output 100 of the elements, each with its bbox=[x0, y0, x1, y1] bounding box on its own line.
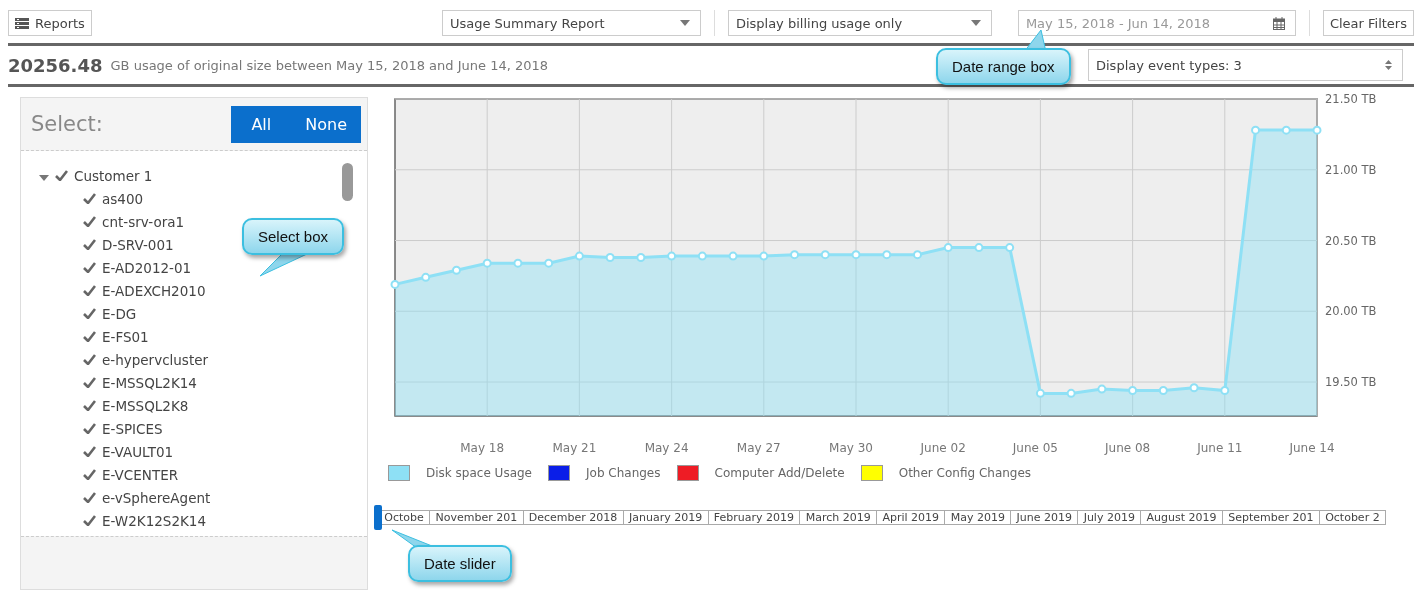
tree-item[interactable]: E-MSSQL2K8 bbox=[102, 397, 189, 414]
data-point bbox=[421, 272, 431, 282]
x-axis-label: June 08 bbox=[1105, 441, 1151, 455]
data-point bbox=[912, 250, 922, 260]
tree-item[interactable]: D-SRV-001 bbox=[102, 236, 174, 253]
month-label: February 2019 bbox=[708, 511, 801, 524]
clear-filters-button[interactable]: Clear Filters bbox=[1322, 10, 1414, 36]
data-point bbox=[820, 250, 830, 260]
x-axis-label: June 05 bbox=[1012, 441, 1058, 455]
data-point bbox=[605, 253, 615, 262]
check-icon bbox=[83, 215, 96, 227]
data-point bbox=[882, 250, 892, 260]
reports-button[interactable]: Reports bbox=[8, 10, 92, 36]
month-label: October 2 bbox=[1324, 511, 1381, 524]
usage-dropdown[interactable]: Display billing usage only bbox=[727, 10, 992, 36]
month-label: July 2019 bbox=[1078, 511, 1142, 524]
data-point bbox=[1158, 386, 1168, 396]
month-label: June 2019 bbox=[1011, 511, 1079, 524]
tree-item[interactable]: E-FS01 bbox=[102, 328, 149, 345]
tree-item[interactable]: E-ADEXCH2010 bbox=[102, 282, 206, 299]
legend-label: Disk space Usage bbox=[426, 466, 532, 480]
data-point bbox=[390, 279, 400, 289]
y-axis-label: 21.50 TB bbox=[1325, 92, 1377, 106]
caret-icon bbox=[679, 20, 690, 26]
total-usage: 20256.48 bbox=[8, 54, 103, 76]
x-axis-label: May 18 bbox=[460, 441, 505, 455]
y-axis-label: 20.50 TB bbox=[1325, 233, 1377, 248]
data-point bbox=[482, 258, 492, 268]
usage-description: GB usage of original size between May 15, 2018 and June 14, 2018 bbox=[110, 57, 549, 73]
x-axis-label: June 14 bbox=[1289, 441, 1335, 455]
data-point bbox=[1220, 386, 1230, 396]
tree-item[interactable]: E-VCENTER bbox=[102, 466, 179, 483]
legend-label: Other Config Changes bbox=[898, 466, 1032, 480]
data-point bbox=[636, 253, 646, 262]
check-icon bbox=[83, 376, 96, 388]
tree-item[interactable]: E-W2K12S2K14 bbox=[102, 512, 206, 529]
data-point bbox=[728, 251, 738, 261]
tree-item[interactable]: as400 bbox=[102, 190, 144, 207]
tree-item[interactable]: Customer 1 bbox=[74, 167, 153, 184]
data-point bbox=[1312, 125, 1322, 135]
data-point bbox=[667, 251, 677, 261]
data-point bbox=[1066, 388, 1076, 398]
data-point bbox=[451, 265, 461, 275]
scrollbar-thumb[interactable] bbox=[342, 163, 353, 201]
event-types-select[interactable]: Display event types: 3 bbox=[1088, 49, 1403, 81]
check-icon bbox=[83, 491, 96, 503]
y-axis-label: 20.00 TB bbox=[1325, 304, 1377, 319]
data-point bbox=[759, 251, 769, 261]
x-axis-label: June 02 bbox=[920, 441, 966, 455]
data-point bbox=[1281, 125, 1291, 135]
month-label: March 2019 bbox=[800, 511, 878, 524]
month-label: April 2019 bbox=[877, 511, 946, 524]
tree-item[interactable]: cnt-srv-ora1 bbox=[102, 213, 185, 230]
data-point bbox=[790, 250, 800, 260]
tree-item[interactable]: E-DG bbox=[102, 305, 137, 322]
month-label: May 2019 bbox=[945, 511, 1012, 524]
check-icon bbox=[83, 284, 96, 296]
legend-label: Job Changes bbox=[586, 466, 661, 480]
callout-bubble: Select box bbox=[242, 218, 345, 255]
month-label: November 201 bbox=[430, 511, 524, 524]
month-label: January 2019 bbox=[623, 511, 709, 524]
tree-item[interactable]: E-AD2012-01 bbox=[102, 259, 192, 276]
caret-icon bbox=[970, 20, 981, 26]
tree-item[interactable]: e-vSphereAgent bbox=[102, 489, 211, 506]
data-point bbox=[1005, 243, 1015, 253]
tree-item[interactable]: E-MSSQL2K14 bbox=[102, 374, 197, 391]
check-icon bbox=[83, 330, 96, 342]
callout-bubble: Date slider bbox=[408, 545, 512, 582]
data-point bbox=[974, 243, 984, 253]
tree-item[interactable]: E-SPICES bbox=[102, 420, 163, 437]
y-axis-label: 21.00 TB bbox=[1325, 162, 1377, 177]
tree-item[interactable]: E-VAULT01 bbox=[102, 443, 174, 460]
data-point bbox=[513, 258, 523, 268]
data-point bbox=[574, 251, 584, 261]
callout-bubble: Date range box bbox=[936, 48, 1071, 85]
x-axis-label: May 21 bbox=[552, 441, 597, 455]
check-icon bbox=[83, 238, 96, 250]
report-dropdown[interactable]: Usage Summary Report bbox=[441, 10, 701, 36]
y-axis-label: 19.50 TB bbox=[1325, 375, 1377, 390]
check-icon bbox=[83, 261, 96, 273]
caret-icon bbox=[39, 174, 49, 181]
check-icon bbox=[83, 192, 96, 204]
data-point bbox=[943, 243, 953, 253]
check-icon bbox=[83, 353, 96, 365]
data-point bbox=[1128, 386, 1138, 396]
check-icon bbox=[83, 445, 96, 457]
data-point bbox=[1189, 383, 1199, 393]
data-point bbox=[1097, 384, 1107, 394]
check-icon bbox=[83, 422, 96, 434]
check-icon bbox=[83, 307, 96, 319]
data-point bbox=[697, 251, 707, 261]
x-axis-label: May 30 bbox=[829, 441, 873, 455]
list-icon bbox=[15, 17, 29, 29]
panel-title: Select: bbox=[31, 112, 103, 136]
month-label: December 2018 bbox=[523, 511, 624, 524]
slider-handle[interactable] bbox=[374, 505, 382, 530]
check-icon bbox=[55, 169, 68, 181]
x-axis-label: May 27 bbox=[736, 441, 781, 455]
check-icon bbox=[83, 468, 96, 480]
tree-item[interactable]: e-hypervcluster bbox=[102, 351, 209, 368]
